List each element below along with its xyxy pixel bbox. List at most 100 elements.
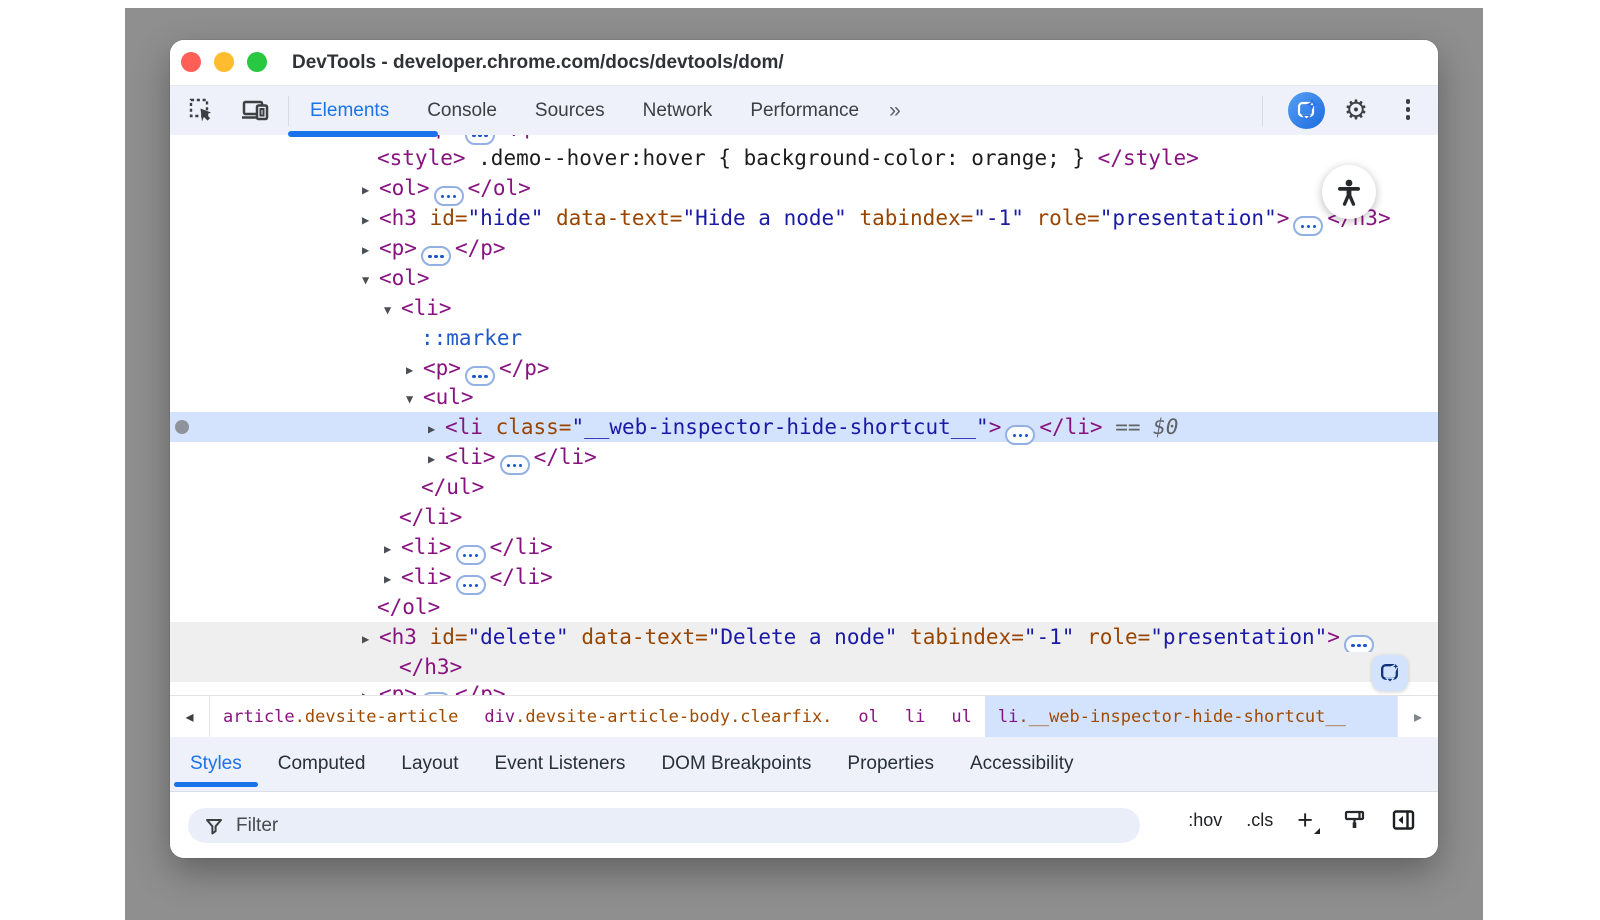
dom-tree-row[interactable]: ▶<p> </p> [170, 679, 1438, 695]
sidebar-tab-dom-breakpoints[interactable]: DOM Breakpoints [645, 737, 827, 791]
dom-tree-row[interactable]: </li> [170, 502, 1438, 532]
new-style-rule-button[interactable]: + [1297, 810, 1319, 830]
ai-assistant-floating-button[interactable] [1372, 655, 1408, 691]
dom-tree-row[interactable]: </ul> [170, 472, 1438, 502]
hov-toggle-button[interactable]: :hov [1188, 810, 1222, 831]
tab-console[interactable]: Console [413, 100, 511, 122]
dom-tag-text: </ul> [421, 475, 484, 499]
dom-tree-row[interactable]: ▼<li> [170, 293, 1438, 323]
expand-arrow-icon[interactable]: ▶ [428, 444, 445, 474]
filter-input[interactable]: Filter [188, 808, 1140, 843]
sidebar-tab-properties[interactable]: Properties [831, 737, 950, 791]
crumb-tag: li [905, 707, 925, 727]
breadcrumb-item[interactable]: ol [845, 696, 891, 737]
inspect-element-icon[interactable] [188, 97, 215, 124]
collapse-arrow-icon[interactable]: ▼ [384, 295, 401, 325]
expand-arrow-icon[interactable]: ▶ [406, 355, 423, 385]
dom-tag-text: <style> [377, 146, 466, 170]
expand-arrow-icon[interactable]: ▶ [362, 624, 379, 654]
dom-attr-text: tabindex= [847, 206, 973, 230]
dom-tag-text: <p> [379, 236, 417, 260]
crumb-tag: li [998, 707, 1018, 727]
cls-toggle-button[interactable]: .cls [1246, 810, 1273, 831]
dom-tree-row[interactable]: ▼<ol> [170, 263, 1438, 293]
figure-canvas: DevTools - developer.chrome.com/docs/dev… [0, 0, 1600, 920]
dom-tree-row[interactable]: ▶<li class="__web-inspector-hide-shortcu… [170, 412, 1438, 442]
ai-assistant-button[interactable] [1288, 92, 1325, 129]
expand-arrow-icon[interactable]: ▶ [384, 534, 401, 564]
dom-val-text: "Delete a node" [708, 625, 898, 649]
tab-network[interactable]: Network [629, 100, 727, 122]
dom-tag-text: </li> [490, 535, 553, 559]
dom-tag-text: </ol> [377, 595, 440, 619]
breadcrumb-item[interactable]: div.devsite-article-body.clearfix. [471, 696, 845, 737]
dom-tree-row[interactable]: ▶<p></p> [170, 353, 1438, 383]
more-tabs-chevron-icon[interactable]: » [883, 99, 905, 123]
dom-tag-text: </p> [499, 356, 550, 380]
toolbar-divider-right [1262, 96, 1263, 126]
collapse-arrow-icon[interactable]: ▼ [406, 384, 423, 414]
sidebar-tab-accessibility[interactable]: Accessibility [954, 737, 1089, 791]
breadcrumb-bar: ◂ article.devsite-articlediv.devsite-art… [170, 695, 1438, 737]
breadcrumb-scroll-right-button[interactable]: ▸ [1397, 696, 1438, 737]
devtools-toolbar: Elements Console Sources Network Performance… [170, 86, 1438, 135]
dom-attr-text: tabindex= [897, 625, 1023, 649]
dom-tag-text: <p> [379, 682, 417, 695]
breadcrumb: article.devsite-articlediv.devsite-artic… [210, 696, 1397, 737]
settings-gear-icon[interactable]: ⚙ [1340, 92, 1372, 129]
toolbar-divider [288, 96, 289, 126]
sidebar-tab-computed[interactable]: Computed [262, 737, 382, 791]
dom-tree-row[interactable]: ▶<li></li> [170, 442, 1438, 472]
toggle-device-toolbar-icon[interactable] [241, 98, 271, 124]
collapse-arrow-icon[interactable]: ▼ [362, 265, 379, 295]
dom-tree-row[interactable]: </ol> [170, 592, 1438, 622]
expand-arrow-icon[interactable]: ▶ [384, 564, 401, 594]
dom-tree-row[interactable]: ▶<li> </li> [170, 532, 1438, 562]
dock-sidebar-toggle-icon[interactable] [1391, 809, 1416, 831]
dom-tree-row[interactable]: ▶<h3 id="delete" data-text="Delete a nod… [170, 622, 1438, 652]
dom-tree-row[interactable]: ▶<h3 id="hide" data-text="Hide a node" t… [170, 203, 1438, 233]
dom-tag-text: <ol> [379, 176, 430, 200]
expand-arrow-icon[interactable]: ▶ [362, 235, 379, 265]
breadcrumb-item[interactable]: ul [938, 696, 984, 737]
dom-tree-row[interactable]: ▶<p></p> [170, 233, 1438, 263]
dom-attr-text: role= [1024, 206, 1100, 230]
dom-tag-text: <li> [401, 535, 452, 559]
close-traffic-light[interactable] [181, 52, 201, 72]
expand-arrow-icon[interactable]: ▶ [362, 175, 379, 205]
dom-tag-text: > [1277, 206, 1290, 230]
expand-arrow-icon[interactable]: ▶ [428, 414, 445, 444]
tab-performance[interactable]: Performance [736, 100, 873, 122]
dom-tree-row[interactable]: ▼<ul> [170, 382, 1438, 412]
dom-tag-text: <li> [445, 445, 496, 469]
breadcrumb-item[interactable]: li [892, 696, 938, 737]
dom-tag-text: </p> [455, 682, 506, 695]
dom-tag-text: </li> [399, 505, 462, 529]
dom-tree-row[interactable]: <style> .demo--hover:hover { background-… [170, 143, 1438, 173]
tab-elements[interactable]: Elements [296, 100, 403, 122]
breadcrumb-item[interactable]: article.devsite-article [210, 696, 471, 737]
accessibility-person-icon[interactable] [1322, 165, 1376, 219]
dom-val-text: "presentation" [1150, 625, 1327, 649]
dom-tree-row[interactable]: </h3> [170, 652, 1438, 682]
expand-arrow-icon[interactable]: ▶ [362, 681, 379, 695]
minimize-traffic-light[interactable] [214, 52, 234, 72]
zoom-traffic-light[interactable] [247, 52, 267, 72]
sidebar-tab-layout[interactable]: Layout [385, 737, 474, 791]
sidebar-tab-event-listeners[interactable]: Event Listeners [478, 737, 641, 791]
dom-tree-row[interactable]: ▶<li></li> [170, 562, 1438, 592]
dom-tree-row[interactable]: ▶<ol></ol> [170, 173, 1438, 203]
tab-sources[interactable]: Sources [521, 100, 619, 122]
expand-arrow-icon[interactable]: ▶ [362, 205, 379, 235]
kebab-menu-icon[interactable] [1402, 99, 1414, 120]
rendering-brush-icon[interactable] [1343, 809, 1367, 831]
dom-tree-row[interactable]: ::marker [170, 323, 1438, 353]
dom-tag-text: <ol> [379, 266, 430, 290]
dom-val-text: "delete" [468, 625, 569, 649]
devtools-window: DevTools - developer.chrome.com/docs/dev… [170, 40, 1438, 858]
dom-tag-text: </h3> [399, 655, 462, 679]
breadcrumb-scroll-left-button[interactable]: ◂ [170, 696, 210, 737]
breadcrumb-item[interactable]: li.__web-inspector-hide-shortcut__ [985, 696, 1397, 737]
sidebar-tab-styles[interactable]: Styles [174, 737, 258, 791]
crumb-cls: .devsite-article [295, 707, 459, 727]
